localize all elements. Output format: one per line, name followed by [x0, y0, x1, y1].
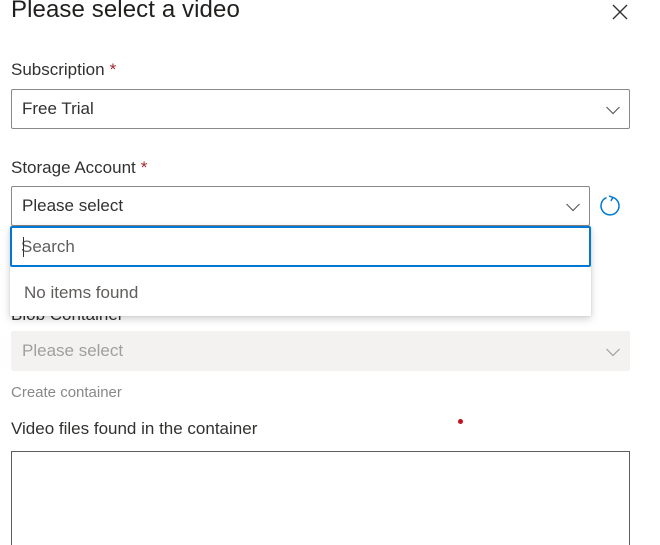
video-files-label: Video files found in the container — [11, 419, 258, 438]
storage-account-label-text: Storage Account — [11, 158, 136, 177]
chevron-down-icon — [566, 203, 580, 212]
blob-container-label: Blob Container — [11, 316, 123, 326]
blob-container-value: Please select — [22, 341, 124, 360]
blob-container-dropdown[interactable]: Please select — [11, 331, 630, 371]
create-container-link[interactable]: Create container — [11, 384, 122, 401]
empty-message: No items found — [24, 283, 139, 302]
refresh-icon — [600, 195, 620, 216]
dropdown-search-input[interactable] — [12, 228, 561, 265]
subscription-value: Free Trial — [22, 99, 94, 118]
blob-container-label-text: Blob Container — [11, 316, 123, 326]
storage-account-value: Please select — [22, 196, 124, 215]
required-mark: * — [140, 158, 148, 177]
subscription-label: Subscription * — [11, 59, 116, 81]
storage-account-label: Storage Account * — [11, 157, 147, 179]
subscription-dropdown[interactable]: Free Trial — [11, 89, 630, 129]
video-files-list[interactable] — [11, 451, 630, 545]
text-caret — [23, 237, 24, 257]
chevron-down-icon — [606, 106, 620, 115]
dialog-title: Please select a video — [11, 0, 240, 23]
storage-account-dropdown[interactable]: Please select — [11, 186, 590, 226]
close-button[interactable] — [606, 0, 634, 24]
video-select-dialog: Please select a video Subscription * Free… — [0, 0, 660, 545]
close-icon — [612, 4, 628, 20]
marker-dot — [458, 419, 463, 424]
dropdown-search-box[interactable] — [10, 226, 591, 267]
refresh-button[interactable] — [598, 194, 622, 218]
storage-account-dropdown-callout: No items found — [10, 226, 591, 316]
required-mark: * — [109, 60, 117, 79]
subscription-label-text: Subscription — [11, 60, 105, 79]
chevron-down-icon — [606, 348, 620, 357]
